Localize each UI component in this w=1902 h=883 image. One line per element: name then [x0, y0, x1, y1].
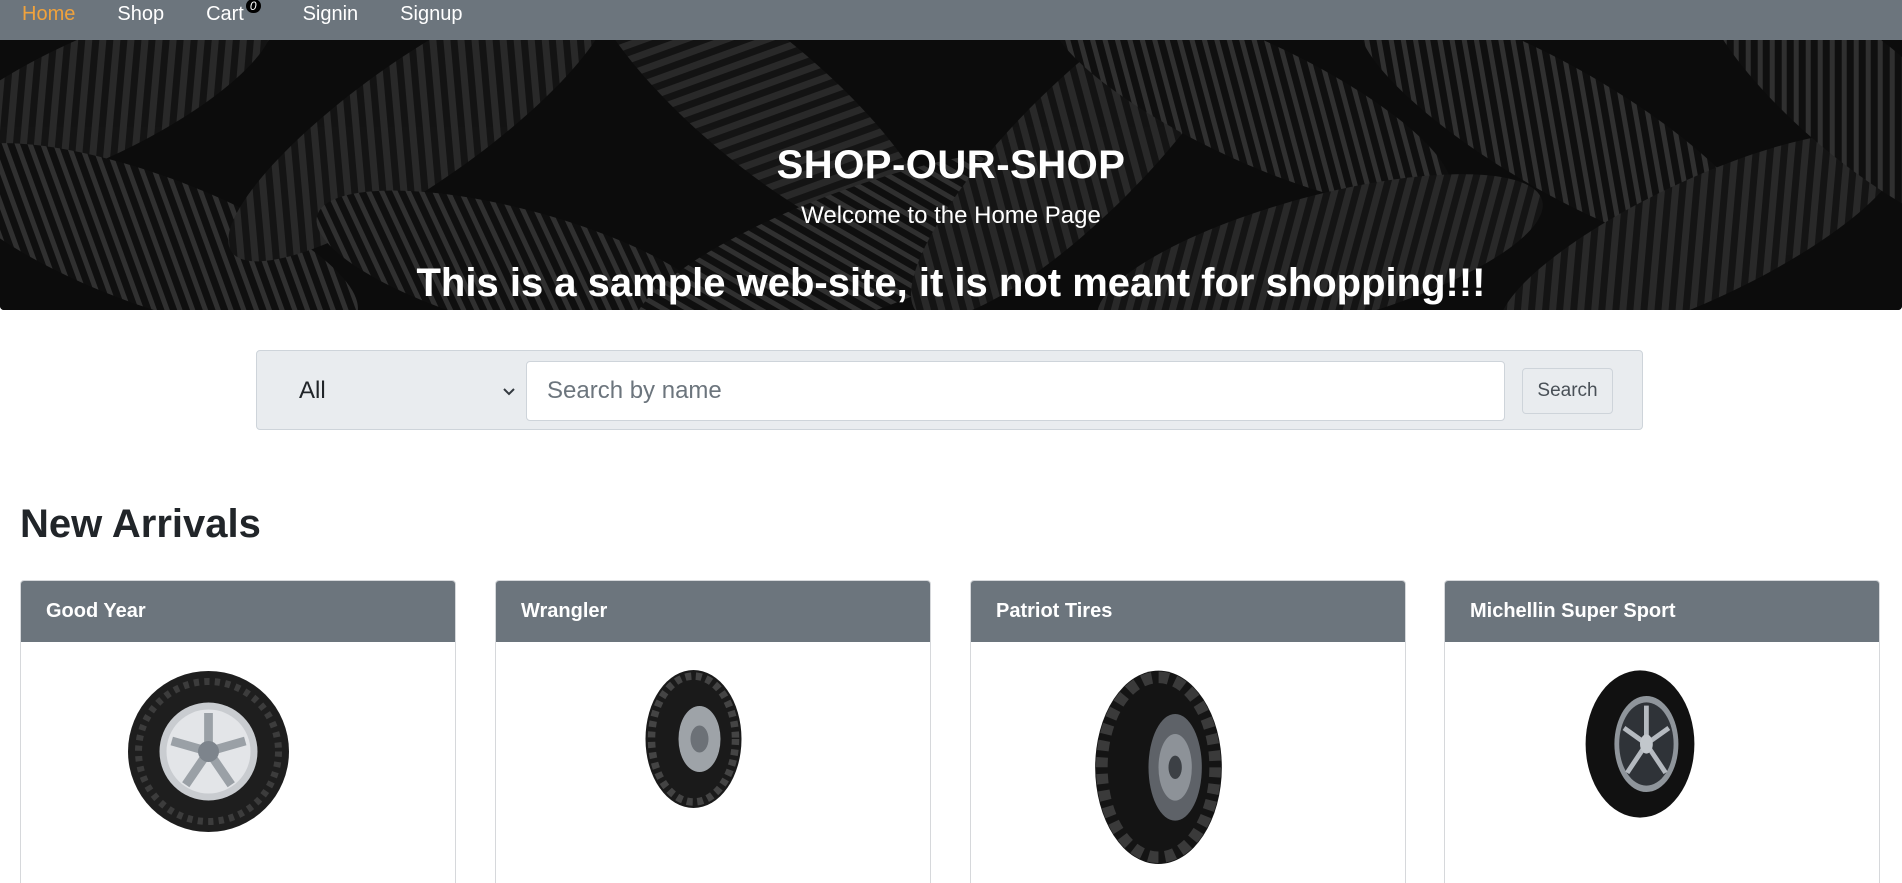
nav-cart-label: Cart: [206, 3, 244, 25]
hero-notice: This is a sample web-site, it is not mea…: [416, 261, 1486, 305]
product-card-wrangler[interactable]: Wrangler: [495, 580, 931, 883]
nav-home-link[interactable]: Home: [22, 0, 75, 28]
nav-shop-link[interactable]: Shop: [117, 0, 164, 28]
hero-title: SHOP-OUR-SHOP: [776, 143, 1126, 187]
product-card-patriot-tires[interactable]: Patriot Tires: [970, 580, 1406, 883]
nav-cart-link[interactable]: Cart 0: [206, 0, 261, 28]
tire-icon: [128, 671, 289, 832]
hero-banner: SHOP-OUR-SHOP Welcome to the Home Page T…: [0, 40, 1902, 310]
product-card-title: Good Year: [21, 581, 455, 642]
tire-icon: [1095, 670, 1222, 864]
search-bar: All Search: [256, 350, 1643, 430]
product-card-title: Patriot Tires: [971, 581, 1405, 642]
nav-signup-link[interactable]: Signup: [400, 0, 462, 28]
tire-icon: [1585, 670, 1695, 818]
chevron-down-icon: [503, 388, 515, 396]
nav-signin-link[interactable]: Signin: [303, 0, 359, 28]
product-card-title: Wrangler: [496, 581, 930, 642]
product-card-michellin-super-sport[interactable]: Michellin Super Sport: [1444, 580, 1880, 883]
category-selected-value: All: [299, 377, 326, 404]
top-navbar: Home Shop Cart 0 Signin Signup: [0, 0, 1902, 40]
hero-subtitle: Welcome to the Home Page: [801, 202, 1101, 229]
product-card-good-year[interactable]: Good Year: [20, 580, 456, 883]
search-button[interactable]: Search: [1522, 368, 1613, 414]
search-input[interactable]: [526, 361, 1505, 421]
product-card-title: Michellin Super Sport: [1445, 581, 1879, 642]
tire-icon: [645, 670, 742, 808]
new-arrivals-heading: New Arrivals: [20, 502, 261, 546]
category-select[interactable]: All: [277, 361, 522, 421]
cart-count-badge: 0: [245, 0, 261, 13]
